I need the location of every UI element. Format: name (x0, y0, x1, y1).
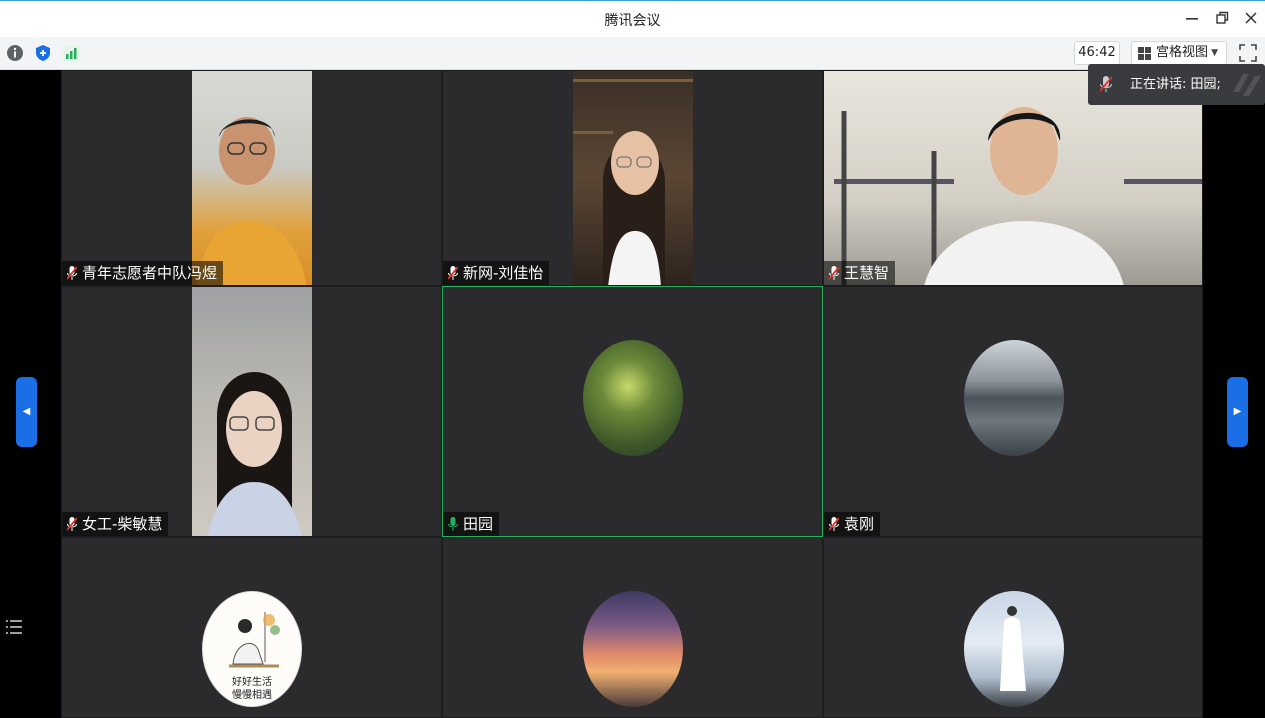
chevron-right-icon: ▶ (1233, 406, 1242, 417)
participant-video (573, 71, 693, 285)
participant-tile[interactable]: 青年志愿者中队冯煜 (61, 70, 442, 286)
minimize-icon (1186, 18, 1198, 20)
view-mode-label: 宫格视图 (1156, 45, 1209, 60)
restore-icon (1216, 11, 1229, 24)
participant-tile[interactable]: 袁刚 (823, 286, 1203, 537)
avatar-caption: 好好生活 慢慢相遇 (203, 676, 301, 702)
chevron-down-icon: ▼ (1211, 48, 1218, 58)
participant-name: 王慧智 (844, 264, 890, 282)
mic-muted-icon (67, 266, 77, 280)
speaking-indicator: 正在讲话: 田园; (1088, 64, 1265, 105)
participant-tile[interactable] (442, 537, 823, 718)
next-page-button[interactable]: ▶ (1227, 377, 1248, 447)
participant-tile[interactable]: 新网-刘佳怡 (442, 70, 823, 286)
mic-muted-icon (829, 266, 839, 280)
meeting-timer: 46:42 (1074, 41, 1120, 65)
participant-avatar: 好好生活 慢慢相遇 (202, 591, 302, 707)
grid-view-icon (1138, 47, 1151, 60)
meeting-toolbar: 46:42 宫格视图 ▼ (0, 37, 1265, 70)
restore-button[interactable] (1212, 8, 1232, 28)
network-status-button[interactable] (62, 44, 80, 62)
participant-name: 青年志愿者中队冯煜 (82, 264, 218, 282)
participant-avatar (964, 340, 1064, 456)
participant-tile[interactable]: 女工-柴敏慧 (61, 286, 442, 537)
list-icon (6, 620, 22, 634)
participant-name: 田园 (463, 515, 494, 533)
close-button[interactable] (1241, 8, 1261, 28)
info-icon (7, 45, 23, 61)
person-silhouette (1000, 606, 1026, 691)
person-silhouette (197, 117, 307, 285)
avatar-caption-line-1: 好好生活 (232, 677, 272, 688)
participant-name-label: 田园 (443, 512, 500, 536)
participant-name-label: 王慧智 (824, 261, 896, 285)
minimize-button[interactable] (1182, 8, 1202, 28)
decorative-shape-icon (1233, 74, 1261, 96)
mic-muted-icon (829, 517, 839, 531)
person-silhouette (573, 79, 693, 285)
participant-avatar (964, 591, 1064, 707)
shield-icon (36, 45, 50, 61)
previous-page-button[interactable]: ◀ (16, 377, 37, 447)
participant-name-label: 女工-柴敏慧 (62, 512, 169, 536)
avatar-caption-line-2: 慢慢相遇 (232, 690, 272, 701)
chevron-left-icon: ◀ (22, 406, 31, 417)
person-silhouette (207, 372, 302, 536)
participant-list-button[interactable] (6, 618, 24, 636)
mic-muted-icon (67, 517, 77, 531)
mic-muted-icon (448, 266, 458, 280)
participant-tile-active-speaker[interactable]: 田园 (442, 286, 823, 537)
participant-video (192, 71, 312, 285)
participant-avatar (583, 340, 683, 456)
signal-bars-icon (63, 45, 79, 61)
participant-name-label: 袁刚 (824, 512, 881, 536)
participant-avatar (583, 591, 683, 707)
participant-video (192, 287, 312, 536)
security-button[interactable] (34, 44, 52, 62)
mic-muted-icon (1100, 76, 1112, 92)
info-button[interactable] (6, 44, 24, 62)
window-title: 腾讯会议 (604, 13, 661, 29)
participant-name: 新网-刘佳怡 (463, 264, 544, 282)
participant-tile[interactable] (823, 537, 1203, 718)
participant-name: 女工-柴敏慧 (82, 515, 163, 533)
view-mode-dropdown[interactable]: 宫格视图 ▼ (1131, 41, 1227, 65)
participant-name-label: 青年志愿者中队冯煜 (62, 261, 224, 285)
title-bar: 腾讯会议 (0, 0, 1265, 37)
fullscreen-icon (1239, 44, 1257, 62)
fullscreen-button[interactable] (1238, 43, 1258, 63)
video-grid: 青年志愿者中队冯煜 新网-刘佳怡 王慧智 女工-柴敏慧 田园 袁刚 好好生活 慢… (0, 70, 1265, 718)
participant-name: 袁刚 (844, 515, 875, 533)
close-icon (1245, 12, 1257, 24)
mic-active-icon (448, 517, 458, 531)
participant-tile[interactable]: 好好生活 慢慢相遇 (61, 537, 442, 718)
speaking-text: 正在讲话: 田园; (1130, 77, 1221, 92)
participant-name-label: 新网-刘佳怡 (443, 261, 550, 285)
